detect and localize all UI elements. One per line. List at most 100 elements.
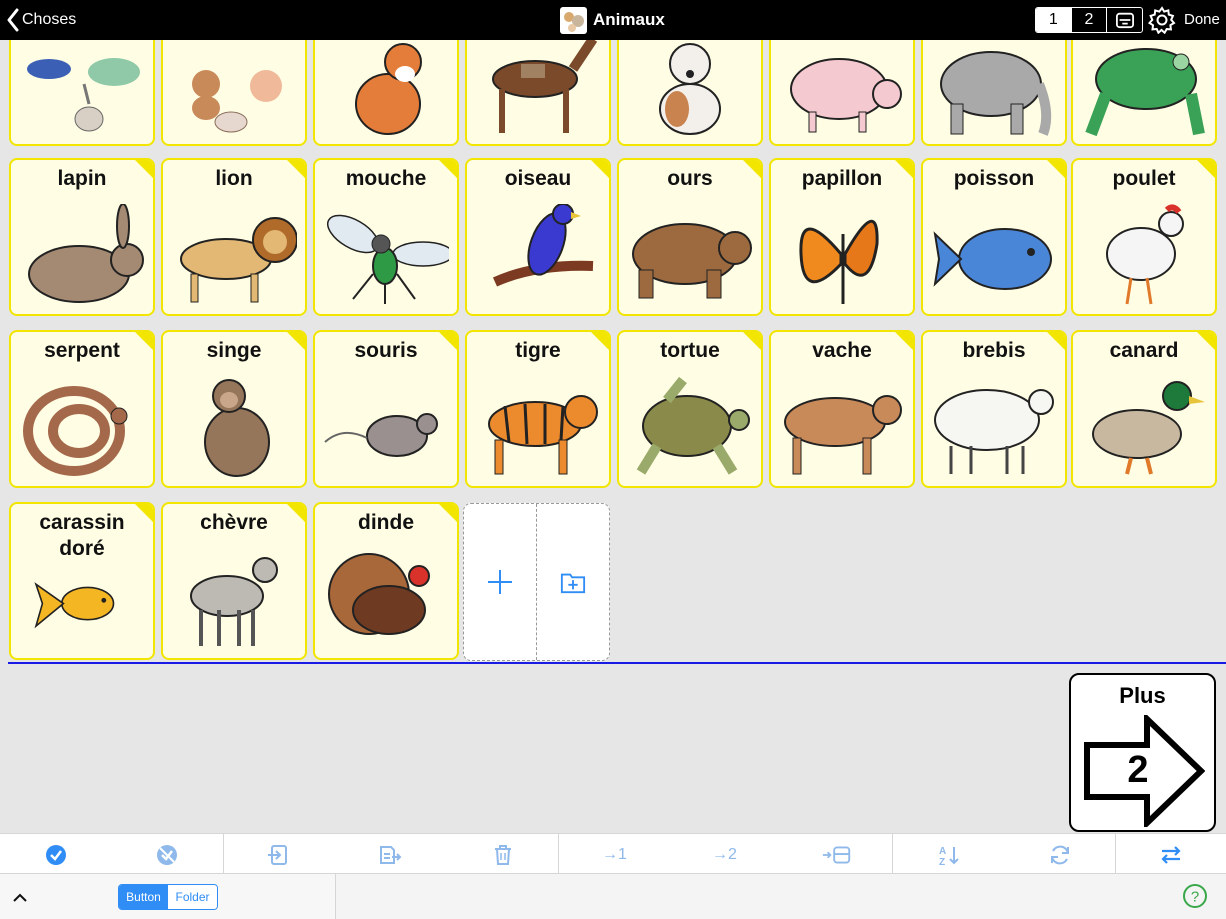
grid-cell-serpent[interactable]: serpent xyxy=(9,330,155,488)
grid-cell-tortue[interactable]: tortue xyxy=(617,330,763,488)
grid-cell-mouche[interactable]: mouche xyxy=(313,158,459,316)
fish-illustration xyxy=(933,228,1052,290)
swap-arrows-icon xyxy=(1161,846,1181,864)
grid-cell-cheval[interactable] xyxy=(465,40,611,146)
more-button-label: Plus xyxy=(1119,683,1166,708)
grid-cell-elephant[interactable] xyxy=(921,40,1067,146)
back-button[interactable]: Choses xyxy=(6,7,76,33)
segment-button[interactable]: Button xyxy=(119,885,168,909)
butterfly-illustration xyxy=(799,220,879,304)
move-into-button[interactable] xyxy=(265,842,291,868)
trash-icon xyxy=(495,845,511,865)
item-type-segmented-control: Button Folder xyxy=(118,884,218,910)
move-to-page2-button[interactable]: →2 xyxy=(712,846,737,864)
deselect-circle-icon xyxy=(157,845,177,865)
grid-cell-singe[interactable]: singe xyxy=(161,330,307,488)
grid-cell-chat[interactable] xyxy=(313,40,459,146)
page-divider-line xyxy=(8,662,1226,664)
cell-label: mouche xyxy=(345,167,427,190)
done-button[interactable]: Done xyxy=(1184,11,1220,28)
goldfish-illustration xyxy=(34,582,115,629)
tiger-illustration xyxy=(488,395,598,475)
more-page-button[interactable]: Plus 2 xyxy=(1069,673,1216,832)
cell-label: lion xyxy=(215,167,253,190)
add-folder-cell[interactable] xyxy=(537,504,609,660)
cell-label: oiseau xyxy=(504,167,572,190)
grid-cell-lapin[interactable]: lapin xyxy=(9,158,155,316)
cell-label: canard xyxy=(1109,339,1179,362)
grid-cell-domestique[interactable]: domestique xyxy=(161,40,307,146)
deselect-all-button[interactable] xyxy=(154,842,180,868)
bottom-left-panel: Button Folder xyxy=(0,874,336,919)
snake-illustration xyxy=(23,386,128,476)
help-icon[interactable]: ? xyxy=(1182,883,1208,909)
chevron-left-icon xyxy=(7,8,19,32)
page-switcher: 1 2 xyxy=(1035,7,1143,33)
tray-icon xyxy=(1115,12,1134,29)
pig-illustration xyxy=(790,58,902,133)
grid-cell-tigre[interactable]: tigre xyxy=(465,330,611,488)
cell-label: vache xyxy=(812,339,872,362)
segment-folder[interactable]: Folder xyxy=(168,885,217,909)
grid-cell-brebis[interactable]: brebis xyxy=(921,330,1067,488)
grid-cell-chien[interactable] xyxy=(617,40,763,146)
grid-cell-chevre[interactable]: chèvre xyxy=(161,502,307,660)
cell-label: carassin doré xyxy=(39,511,125,560)
grid-cell-lion[interactable]: lion xyxy=(161,158,307,316)
more-button-page-number: 2 xyxy=(1127,749,1149,791)
move-in-icon xyxy=(268,845,287,865)
turtle-illustration xyxy=(636,376,750,475)
pets-illustration xyxy=(192,70,282,133)
dog-illustration xyxy=(659,43,721,135)
grid-cell-souris[interactable]: souris xyxy=(313,330,459,488)
add-item-placeholder xyxy=(463,503,610,661)
grid-cell-cochon[interactable] xyxy=(769,40,915,146)
grid-cell-canard[interactable]: canard xyxy=(1071,330,1217,488)
page-1-button[interactable]: 1 xyxy=(1036,8,1072,32)
grid-cell-poulet[interactable]: poulet xyxy=(1071,158,1217,316)
elephant-illustration xyxy=(940,51,1052,136)
fly-illustration xyxy=(327,214,449,304)
mouse-illustration xyxy=(324,413,438,457)
move-to-page1-button[interactable]: →1 xyxy=(602,846,627,864)
move-to-tray-button[interactable] xyxy=(820,842,854,868)
svg-text:?: ? xyxy=(1191,889,1199,906)
add-button-cell[interactable] xyxy=(464,504,537,660)
grid-cell-partial[interactable] xyxy=(9,40,155,146)
bird-illustration xyxy=(492,204,594,287)
gear-icon[interactable] xyxy=(1148,6,1176,34)
cell-label: poisson xyxy=(953,167,1035,190)
turkey-illustration xyxy=(328,553,430,635)
sort-button[interactable]: AZ xyxy=(936,842,962,868)
chevron-up-icon[interactable] xyxy=(10,888,30,908)
cell-label: ours xyxy=(667,167,713,190)
page-2-button[interactable]: 2 xyxy=(1072,8,1108,32)
tray-button[interactable] xyxy=(1107,8,1142,32)
grid-cell-papillon[interactable]: papillon xyxy=(769,158,915,316)
cell-label: singe xyxy=(206,339,262,362)
refresh-button[interactable] xyxy=(1047,842,1073,868)
cell-label: souris xyxy=(354,339,418,362)
grid-cell-poisson[interactable]: poisson xyxy=(921,158,1067,316)
bottom-bar: Button Folder ? xyxy=(0,874,1226,919)
folder-thumbnail-icon xyxy=(560,6,587,34)
lion-illustration xyxy=(180,217,297,303)
grid-cell-ours[interactable]: ours xyxy=(617,158,763,316)
grid-cell-vache[interactable]: vache xyxy=(769,330,915,488)
cell-label: papillon xyxy=(801,167,883,190)
cell-label: lapin xyxy=(57,167,107,190)
refresh-icon xyxy=(1051,845,1069,865)
grid-cell-carassin-dore[interactable]: carassin doré xyxy=(9,502,155,660)
select-all-button[interactable] xyxy=(43,842,69,868)
grid-cell-oiseau[interactable]: oiseau xyxy=(465,158,611,316)
plus-icon xyxy=(488,570,512,594)
copy-button[interactable] xyxy=(377,842,403,868)
delete-button[interactable] xyxy=(490,842,516,868)
birds-kangaroo-illustration xyxy=(27,58,140,132)
swap-button[interactable] xyxy=(1158,842,1184,868)
grid-cell-grenouille[interactable] xyxy=(1071,40,1217,146)
edit-toolbar: →1 →2 AZ xyxy=(0,833,1226,874)
monkey-illustration xyxy=(204,379,270,477)
frog-illustration xyxy=(1085,48,1205,137)
grid-cell-dinde[interactable]: dinde xyxy=(313,502,459,660)
